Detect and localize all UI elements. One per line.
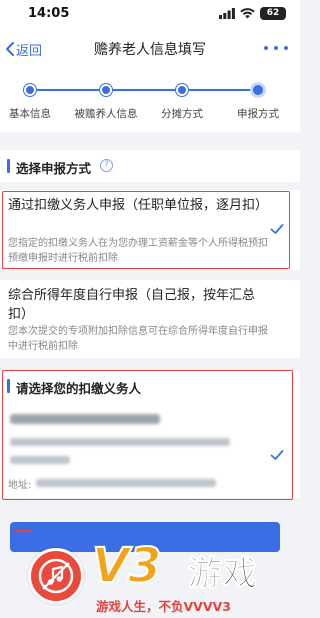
question-icon[interactable]: ? [100, 159, 113, 172]
step-label-dependent-info: 被赡养人信息 [74, 108, 138, 120]
step-dot-filing-method [250, 82, 266, 98]
watermark-logo-icon [28, 548, 84, 604]
filing-option-withholding-agent[interactable]: 通过扣缴义务人申报（任职单位报，逐月扣） 您指定的扣缴义务人在为您办理工资薪金等… [0, 190, 300, 270]
more-dot-icon [274, 46, 278, 50]
section-accent-bar [7, 159, 10, 173]
watermark-name: 游戏 [188, 554, 258, 595]
option-description: 您指定的扣缴义务人在为您办理工资薪金等个人所得税预扣预缴申报时进行税前扣除 [8, 238, 268, 264]
status-time: 14:05 [28, 6, 70, 21]
address-label: 地址: [8, 480, 32, 491]
agent-section-header: 请选择您的扣缴义务人 [0, 370, 300, 402]
filing-option-self-annual[interactable]: 综合所得年度自行申报（自己报，按年汇总扣） 您本次提交的专项附加扣除信息可在综合… [0, 280, 300, 358]
filing-method-section-header: 选择申报方式 ? [0, 150, 300, 182]
status-icons: 62 [219, 6, 286, 20]
watermark-brand: V3 [91, 537, 163, 595]
agent-detail-redacted [10, 456, 70, 464]
option-title: 通过扣缴义务人申报（任职单位报，逐月扣） [8, 198, 269, 213]
more-button[interactable] [264, 38, 288, 58]
signal-icon [219, 7, 235, 19]
more-dot-icon [264, 46, 268, 50]
withholding-agent-card[interactable]: 地址: [0, 402, 300, 498]
agent-detail-redacted [10, 438, 230, 446]
option-description: 您本次提交的专项附加扣除信息可在综合所得年度自行申报中进行税前扣除 [8, 326, 268, 352]
check-icon [270, 224, 284, 234]
progress-line [30, 89, 258, 91]
progress-steps: 基本信息 被赡养人信息 分摊方式 申报方式 [0, 70, 300, 132]
music-note-icon [38, 558, 74, 594]
option-title: 综合所得年度自行申报（自己报，按年汇总扣） [8, 288, 256, 322]
step-dot-allocation [176, 84, 188, 96]
step-dot-basic-info [24, 84, 36, 96]
back-label: 返回 [16, 43, 43, 59]
back-button[interactable]: 返回 [4, 39, 42, 59]
section-accent-bar [7, 379, 10, 393]
section-title: 请选择您的扣缴义务人 [16, 381, 142, 396]
step-dot-dependent-info [100, 84, 112, 96]
wifi-icon [240, 7, 255, 18]
highlight-marker [14, 530, 32, 532]
check-icon [270, 450, 284, 460]
watermark-slogan: 游戏人生，不负VVVV3 [96, 599, 231, 614]
step-label-basic-info: 基本信息 [9, 108, 51, 120]
page-title: 赡养老人信息填写 [94, 42, 206, 58]
agent-address-redacted [36, 479, 216, 487]
agent-name-redacted [10, 414, 160, 424]
more-dot-icon [284, 46, 288, 50]
step-label-filing-method: 申报方式 [237, 108, 279, 120]
nav-bar: 返回 赡养老人信息填写 [0, 28, 300, 70]
battery-indicator: 62 [260, 6, 286, 20]
section-title: 选择申报方式 [16, 161, 92, 176]
chevron-left-icon [6, 42, 14, 56]
step-label-allocation: 分摊方式 [161, 108, 203, 120]
watermark: V3 游戏 游戏人生，不负VVVV3 [0, 534, 300, 618]
status-bar: 14:05 62 [0, 0, 300, 28]
